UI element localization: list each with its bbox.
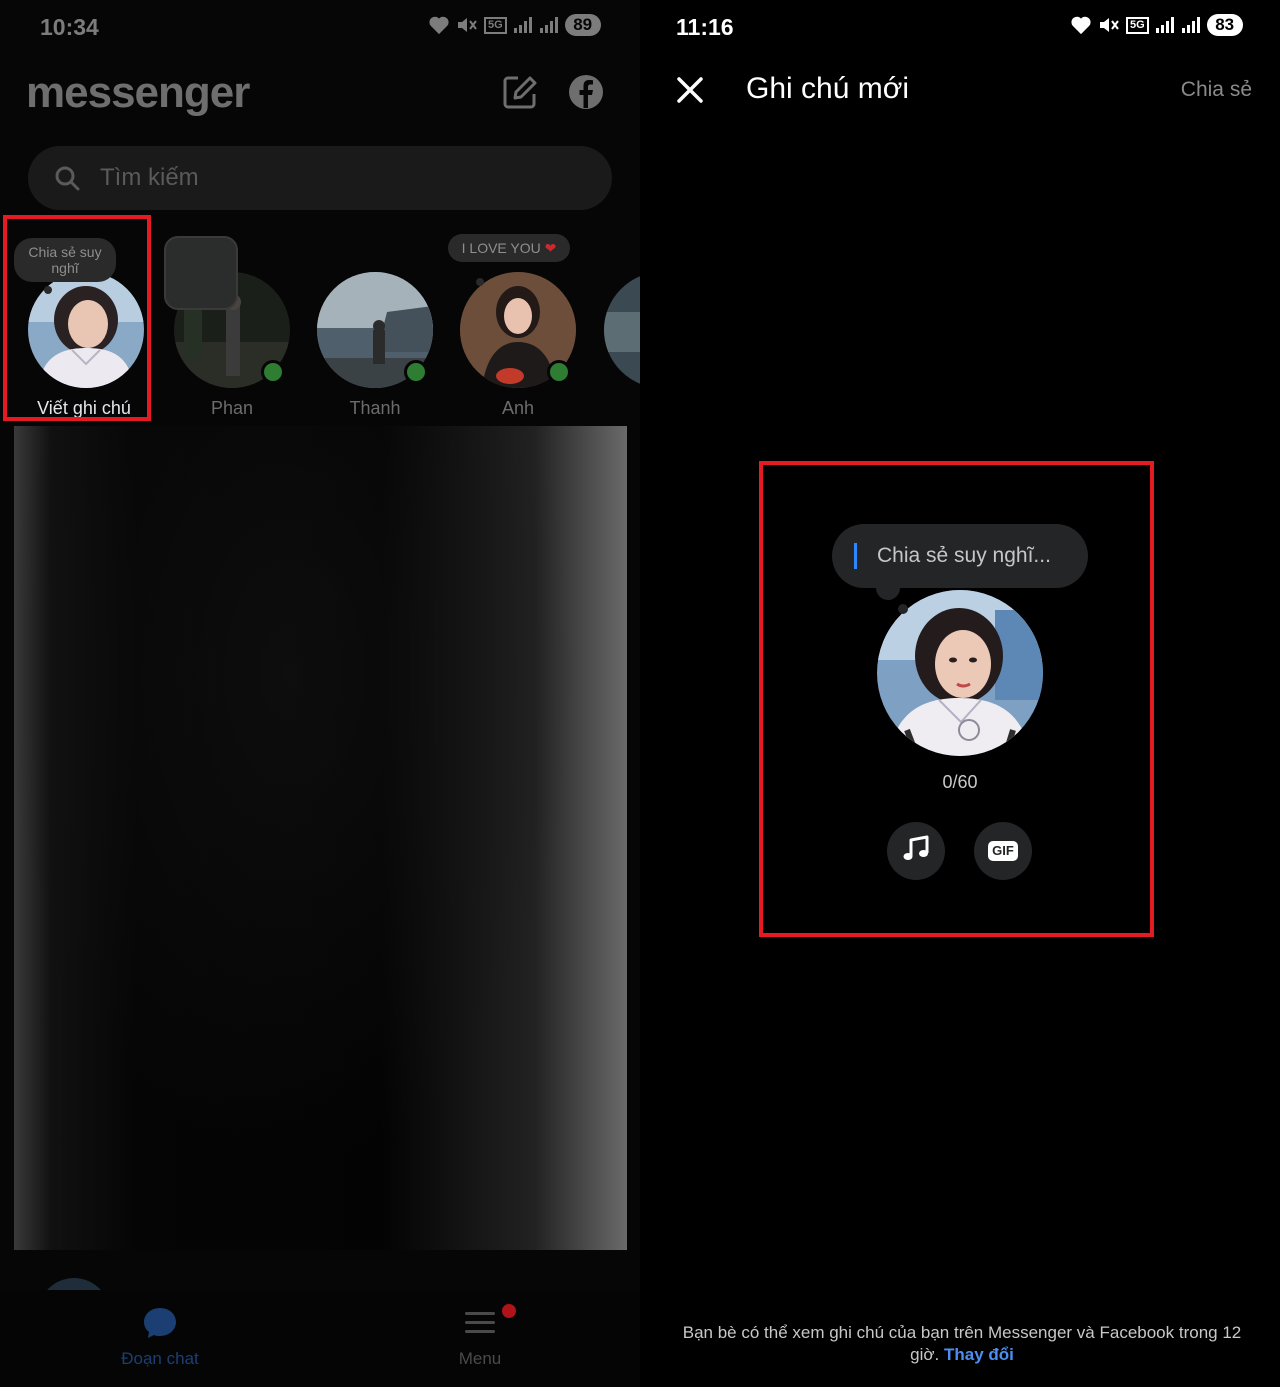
tab-chats-label: Đoạn chat <box>121 1349 199 1368</box>
note-item-anh[interactable]: I LOVE YOU ❤ Anh <box>448 232 588 422</box>
signal-icon-2 <box>1181 16 1201 34</box>
mute-icon <box>1098 15 1120 35</box>
add-gif-button[interactable]: GIF <box>974 822 1032 880</box>
search-icon <box>54 165 80 191</box>
battery-level: 83 <box>1206 14 1243 36</box>
note-bubble-tail <box>476 278 484 286</box>
network-5g-icon: 5G <box>484 16 507 34</box>
note-image-thumbnail <box>164 236 238 310</box>
note-bubble: I LOVE YOU ❤ <box>448 234 570 262</box>
music-icon <box>901 834 931 869</box>
messenger-home-screen: 10:34 5G 89 messenger Tìm kiếm Chia sẻ s… <box>0 0 640 1387</box>
facebook-icon <box>568 74 604 115</box>
signal-icon <box>513 16 533 34</box>
heart-icon <box>428 15 450 35</box>
chat-bubble-icon <box>142 1308 178 1344</box>
search-placeholder: Tìm kiếm <box>100 164 199 191</box>
tab-chats[interactable]: Đoạn chat <box>80 1306 240 1369</box>
online-indicator <box>547 360 571 384</box>
notification-badge <box>502 1304 516 1318</box>
new-message-button[interactable] <box>500 74 540 114</box>
signal-icon-2 <box>539 16 559 34</box>
add-music-button[interactable] <box>887 822 945 880</box>
online-indicator <box>261 360 285 384</box>
tab-menu-label: Menu <box>458 1349 502 1368</box>
note-item-label: Anh <box>501 398 535 418</box>
note-input-placeholder: Chia sẻ suy nghĩ... <box>877 544 1051 567</box>
new-note-screen: 11:16 5G 83 Ghi chú mới Chia sẻ Chia sẻ … <box>640 0 1280 1387</box>
heart-icon: ❤ <box>544 240 557 256</box>
signal-icon <box>1155 16 1175 34</box>
share-button[interactable]: Chia sẻ <box>1181 78 1252 102</box>
note-item-label: Phan <box>210 398 254 418</box>
heart-icon <box>1070 15 1092 35</box>
note-item-partial[interactable] <box>604 272 640 388</box>
character-counter: 0/60 <box>942 772 978 792</box>
note-item-label: Thanh <box>349 398 401 418</box>
note-bubble-text: I LOVE YOU <box>461 240 541 256</box>
close-button[interactable] <box>670 72 710 112</box>
online-indicator <box>404 360 428 384</box>
status-bar-icons: 5G 83 <box>1070 14 1243 36</box>
change-audience-link[interactable]: Thay đổi <box>944 1345 1014 1364</box>
status-bar-icons: 5G 89 <box>428 14 601 36</box>
note-text-input[interactable]: Chia sẻ suy nghĩ... <box>832 524 1088 588</box>
status-time: 11:16 <box>676 14 734 40</box>
mute-icon <box>456 15 478 35</box>
screenshot-stage: 10:34 5G 89 messenger Tìm kiếm Chia sẻ s… <box>0 0 1280 1387</box>
note-item-thanh[interactable]: Thanh <box>305 232 445 422</box>
compose-icon <box>502 74 538 115</box>
page-title: Ghi chú mới <box>746 72 910 105</box>
close-icon <box>676 76 704 109</box>
bottom-navigation: Đoạn chat Menu <box>0 1290 640 1387</box>
avatar <box>877 590 1043 756</box>
note-bubble-tail-dot <box>898 604 908 614</box>
app-brand-title: messenger <box>26 68 250 117</box>
visibility-notice: Bạn bè có thể xem ghi chú của bạn trên M… <box>666 1322 1258 1366</box>
status-time: 10:34 <box>40 14 99 40</box>
network-5g-icon: 5G <box>1126 16 1149 34</box>
menu-icon <box>462 1312 498 1344</box>
battery-level: 89 <box>564 14 601 36</box>
avatar-background <box>604 312 640 352</box>
highlight-box <box>3 215 151 421</box>
facebook-button[interactable] <box>566 74 606 114</box>
gif-icon: GIF <box>988 841 1018 861</box>
note-item-phan[interactable]: Phan <box>162 232 302 422</box>
tab-menu[interactable]: Menu <box>400 1306 560 1369</box>
search-bar[interactable]: Tìm kiếm <box>28 146 612 210</box>
text-cursor <box>854 543 857 569</box>
blurred-chat-list <box>14 426 627 1250</box>
